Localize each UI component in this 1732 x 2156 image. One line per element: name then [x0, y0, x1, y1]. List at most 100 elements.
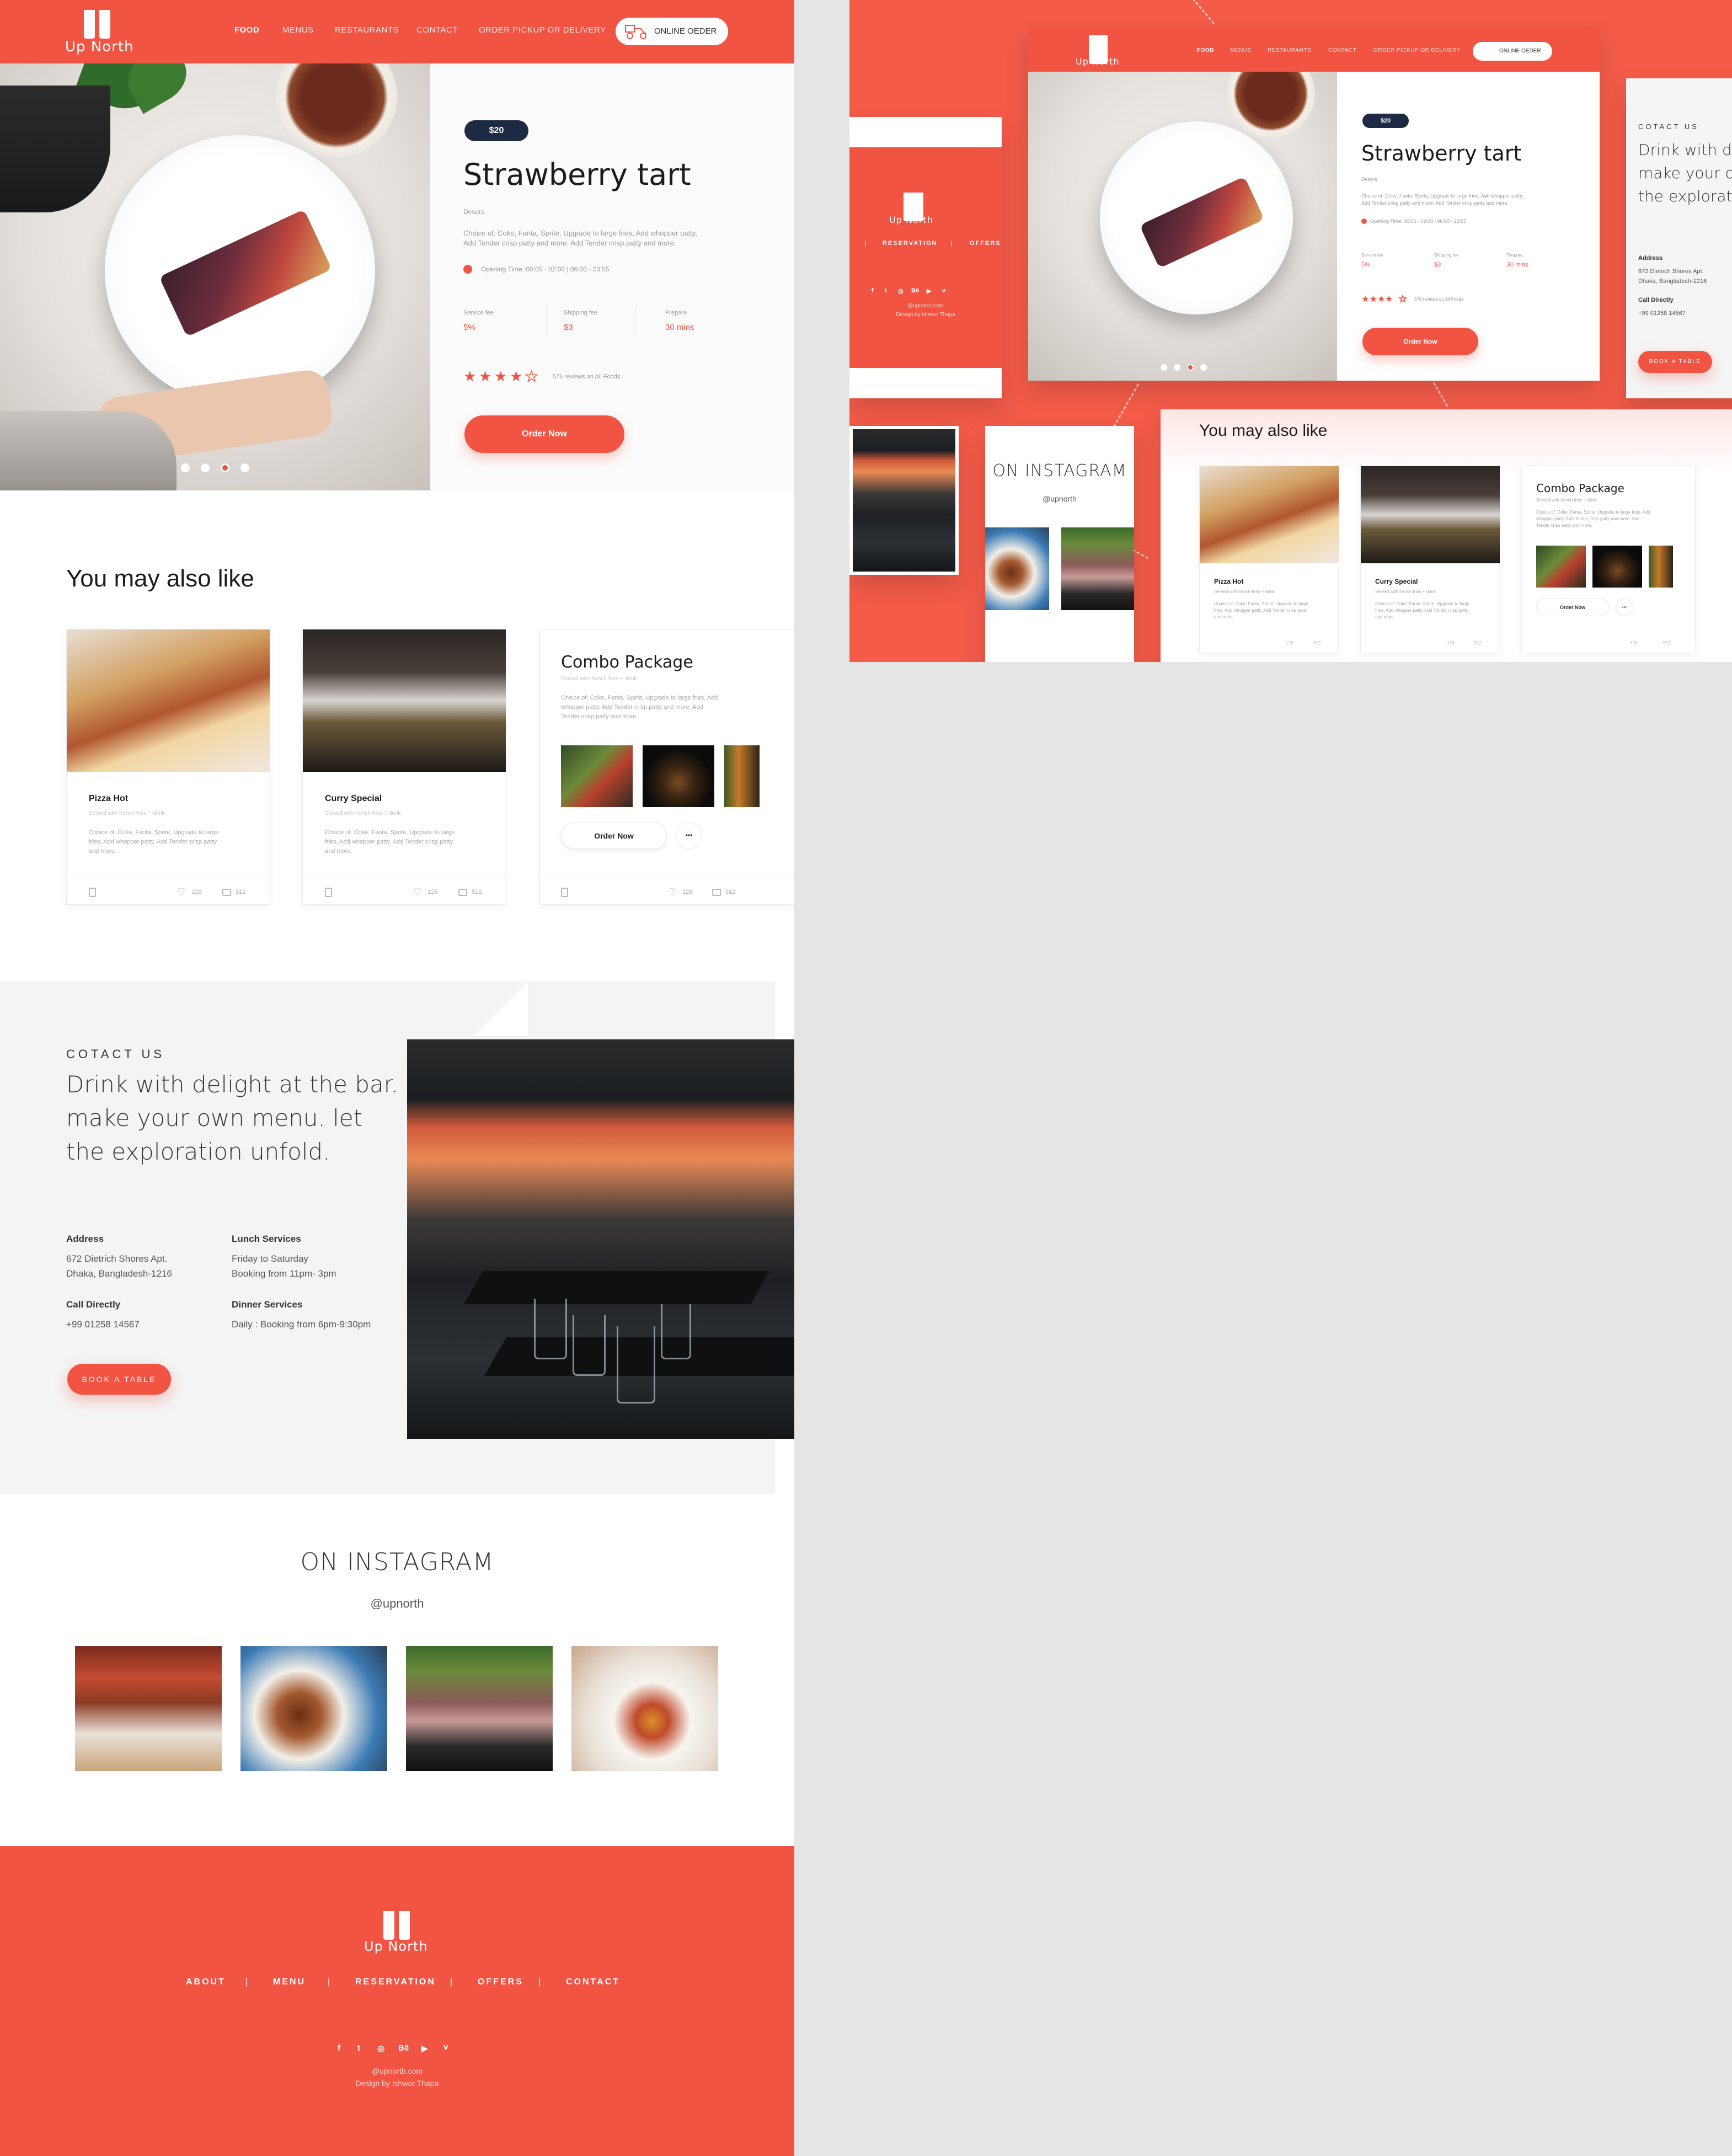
combo-desc-3: Tender crisp patty and more.: [561, 713, 638, 720]
youtube-icon[interactable]: ▶: [927, 287, 931, 295]
nav-item-order-pickup[interactable]: ORDER PICKUP OR DELIVERY: [479, 25, 606, 35]
mini-footer-reservation[interactable]: RESERVATION: [883, 240, 938, 247]
stat-value-prepare: 30 mins: [665, 323, 694, 332]
mini-footer-card: Up North | RESERVATION | OFFERS f t ◎ Bē…: [849, 117, 1002, 398]
book-table-button[interactable]: BOOK A TABLE: [67, 1364, 171, 1395]
mini-bar-card: [849, 426, 959, 575]
slide-dot-1[interactable]: [181, 463, 190, 472]
order-now-button[interactable]: Order Now: [464, 415, 624, 453]
footer-link-contact[interactable]: CONTACT: [566, 1977, 620, 1987]
lunch-line-1: Friday to Saturday: [232, 1253, 308, 1264]
footer-brand-name: Up North: [364, 1939, 428, 1954]
pizza-photo: [67, 629, 270, 772]
nav-item-menus[interactable]: MENUS: [282, 25, 314, 35]
behance-icon[interactable]: Bē: [398, 2043, 409, 2053]
address-line-2: Dhaka, Bangladesh-1216: [66, 1268, 172, 1279]
combo-photo-1[interactable]: [561, 745, 633, 807]
online-order-button[interactable]: ONLINE OEDER: [616, 18, 728, 45]
bookmark-icon[interactable]: [561, 888, 568, 897]
food-card-pizza[interactable]: Pizza Hot Served with french fries + dri…: [66, 629, 270, 905]
dribbble-icon[interactable]: ◎: [377, 2043, 384, 2053]
slide-dot-4[interactable]: [240, 463, 249, 472]
bar-interior-photo: [407, 1039, 794, 1439]
behance-icon[interactable]: Bē: [911, 287, 919, 294]
slide-dot-3-active[interactable]: [221, 463, 229, 472]
comment-icon[interactable]: [458, 889, 467, 896]
facebook-icon[interactable]: f: [338, 2043, 340, 2053]
stat-label-shipping: Shipping fee: [564, 309, 598, 316]
card-desc-3: and more.: [325, 848, 352, 855]
comments-count: 512: [472, 889, 482, 895]
stat-label-prepare: Prepare: [665, 309, 687, 316]
twitter-icon[interactable]: t: [885, 287, 887, 294]
opening-time: Opening Time: 00:05 - 02:00 | 06:00 - 23…: [481, 265, 610, 273]
nav-item-contact[interactable]: CONTACT: [416, 25, 458, 35]
likes-count: 128: [427, 889, 438, 895]
curry-photo: [303, 629, 506, 772]
heart-icon[interactable]: ♡: [413, 887, 422, 898]
contact-headline-1: Drink with delight at the bar.: [66, 1071, 399, 1098]
reviews-count: 576 reviews on All Foods: [553, 373, 621, 380]
footer-logo-icon[interactable]: [383, 1911, 410, 1940]
dish-category: Desers: [463, 208, 485, 216]
mini-hero-mockup: Up North FOOD MENUS RESTAURANTS CONTACT …: [1028, 28, 1600, 381]
nav-item-food[interactable]: FOOD: [234, 25, 259, 35]
footer-link-reservation[interactable]: RESERVATION: [355, 1977, 436, 1987]
footer-link-offers[interactable]: OFFERS: [478, 1977, 523, 1987]
instagram-photo-4[interactable]: [571, 1646, 718, 1771]
vimeo-icon[interactable]: v: [942, 287, 945, 294]
combo-photo-3[interactable]: [724, 745, 760, 807]
footer-link-menu[interactable]: MENU: [273, 1977, 306, 1987]
contact-headline-3: the exploration unfold.: [66, 1138, 330, 1165]
heart-icon[interactable]: ♡: [668, 887, 677, 898]
footer-link-about[interactable]: ABOUT: [186, 1977, 226, 1987]
dish-title: Strawberry tart: [463, 157, 691, 192]
mini-footer-offers[interactable]: OFFERS: [970, 240, 1001, 247]
dribbble-icon[interactable]: ◎: [898, 287, 904, 295]
twitter-icon[interactable]: t: [357, 2043, 360, 2053]
more-options-icon[interactable]: •••: [676, 823, 702, 849]
nav-item-restaurants[interactable]: RESTAURANTS: [335, 25, 399, 35]
instagram-photo-3[interactable]: [406, 1646, 553, 1771]
lunch-heading: Lunch Services: [232, 1234, 301, 1244]
rating-star-icon: ★: [479, 368, 492, 385]
address-line-1: 672 Dietrich Shores Apt.: [66, 1253, 168, 1264]
food-card-curry[interactable]: Curry Special Served with french fries +…: [302, 629, 506, 905]
price-badge: $20: [464, 120, 528, 141]
opening-status-icon: [463, 265, 472, 274]
card-desc-1: Choice of: Coke, Fanta, Sprite, Upgrade …: [325, 829, 455, 836]
comment-icon[interactable]: [712, 889, 721, 896]
slide-dot-2[interactable]: [201, 463, 210, 472]
rating-star-icon: ★: [463, 368, 477, 385]
stat-value-shipping: $3: [564, 323, 573, 332]
instagram-photo-1[interactable]: [75, 1646, 222, 1771]
footer-email[interactable]: @upnorth.com: [0, 2067, 794, 2075]
dish-description-line-1: Choice of: Coke, Fanta, Sprite, Upgrade …: [463, 229, 697, 237]
youtube-icon[interactable]: ▶: [421, 2043, 428, 2053]
phone-number[interactable]: +99 01258 14567: [66, 1317, 140, 1332]
instagram-photo-2[interactable]: [240, 1646, 387, 1771]
combo-subtitle: Served with french fries + drink: [561, 676, 637, 682]
combo-order-button[interactable]: Order Now: [561, 823, 667, 849]
landing-page: Up North FOOD MENUS RESTAURANTS CONTACT …: [0, 0, 794, 2156]
card-desc-2: fries, Add whopper patty, Add Tender cri…: [325, 839, 453, 845]
combo-desc-2: whopper patty, Add Tender crisp patty an…: [561, 704, 703, 711]
mini-contact-card: COTACT US Drink with delight at the bar.…: [1626, 78, 1732, 398]
card-desc-1: Choice of: Coke, Fanta, Sprite, Upgrade …: [89, 829, 219, 836]
call-heading: Call Directly: [66, 1299, 121, 1310]
combo-title: Combo Package: [561, 653, 693, 672]
bookmark-icon[interactable]: [325, 888, 332, 897]
facebook-icon[interactable]: f: [872, 287, 874, 294]
card-title: Curry Special: [325, 794, 382, 803]
mini-dish-photo: [1028, 72, 1337, 381]
lunch-line-2: Booking from 11pm- 3pm: [232, 1268, 336, 1279]
brand-logo-icon[interactable]: [84, 10, 110, 39]
combo-photo-2[interactable]: [643, 745, 714, 807]
instagram-handle[interactable]: @upnorth: [0, 1597, 794, 1611]
combo-package-card[interactable]: Combo Package Served with french fries +…: [539, 629, 794, 905]
heart-icon[interactable]: ♡: [177, 887, 186, 898]
comment-icon[interactable]: [222, 889, 231, 896]
bookmark-icon[interactable]: [89, 888, 96, 897]
brand-name[interactable]: Up North: [65, 39, 134, 55]
vimeo-icon[interactable]: v: [443, 2042, 448, 2052]
